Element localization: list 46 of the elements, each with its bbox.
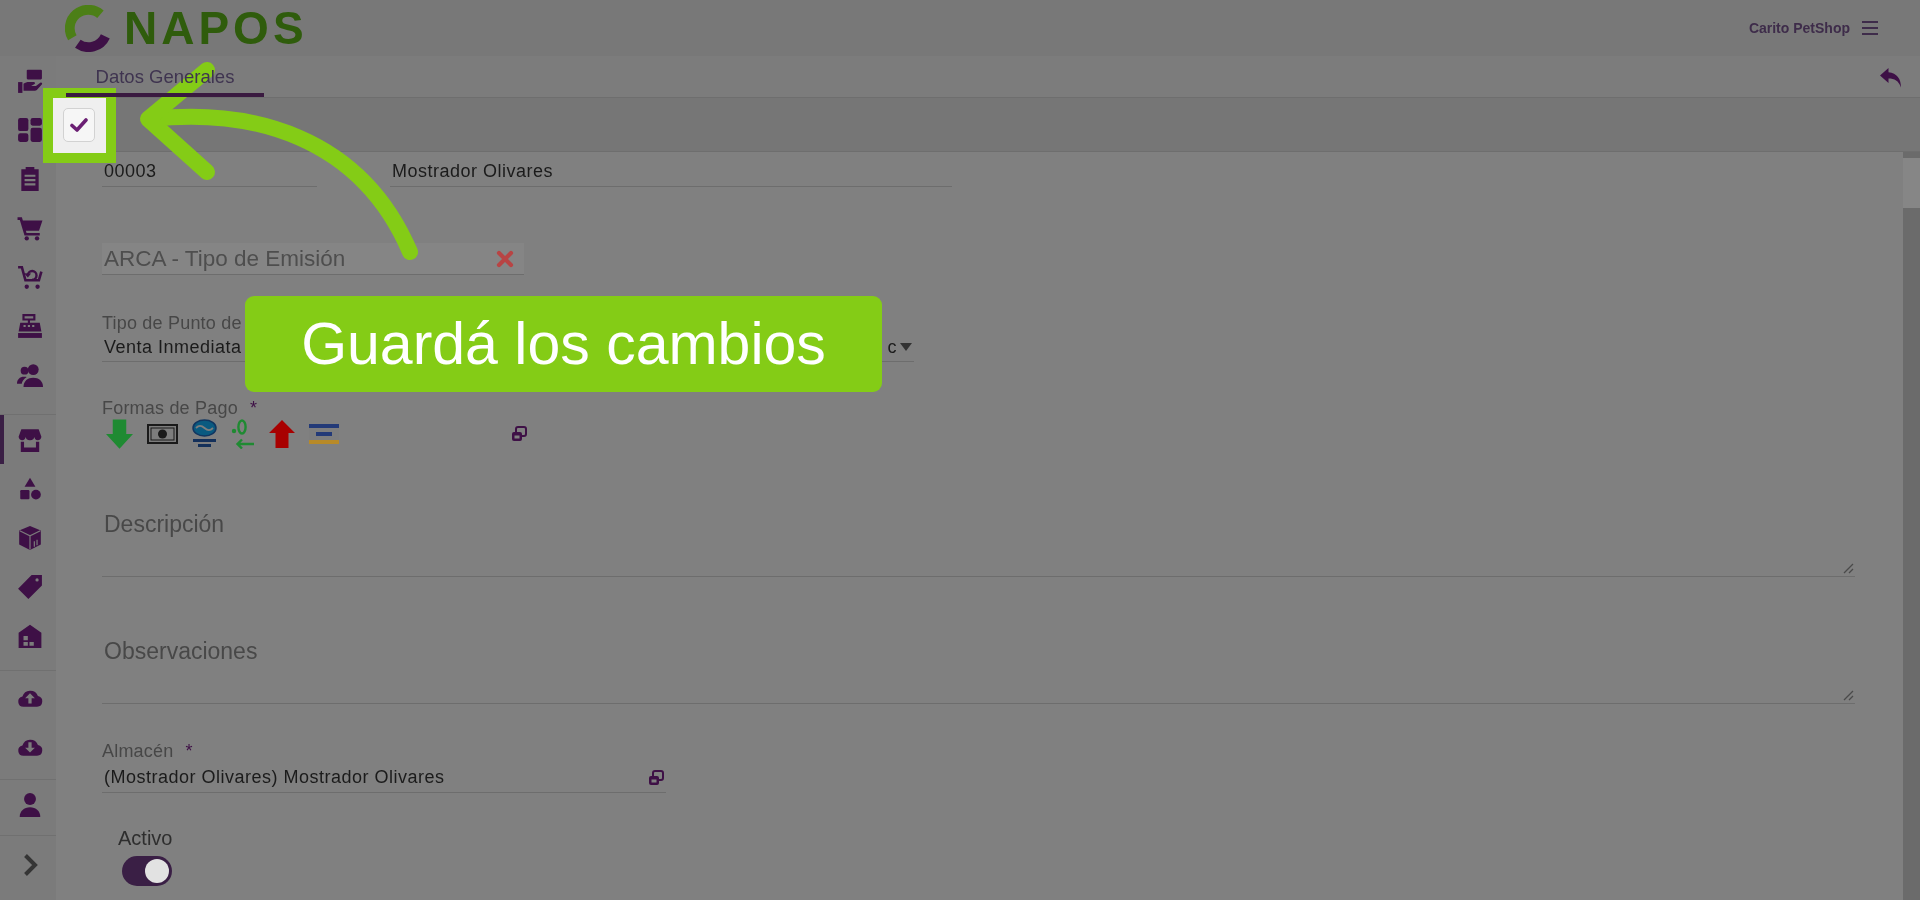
required-mark: * — [249, 398, 257, 418]
banknote-icon — [147, 424, 178, 444]
overlapping-squares-icon[interactable] — [648, 769, 664, 786]
chevron-right-icon — [22, 853, 38, 877]
field-label: Tipo de Punto de — [102, 313, 242, 333]
logo-text: NAPOS — [124, 8, 308, 48]
overlapping-squares-icon[interactable] — [511, 426, 527, 442]
store-icon — [17, 426, 43, 453]
dashboard-icon — [17, 116, 43, 143]
logo-ring-icon — [65, 4, 112, 52]
up-arrow-icon — [269, 420, 295, 448]
check-icon — [70, 117, 88, 132]
menu-icon[interactable] — [1862, 20, 1878, 36]
price-tag-icon — [17, 573, 43, 600]
warehouse-icon — [17, 622, 43, 649]
user-icon — [17, 791, 43, 818]
oval-logo-icon — [192, 419, 217, 449]
box-icon — [17, 524, 43, 551]
resize-handle-icon[interactable] — [1843, 690, 1854, 701]
warehouse-field[interactable]: (Mostrador Olivares) Mostrador Olivares — [102, 763, 666, 793]
active-toggle[interactable] — [122, 856, 172, 886]
observations-field[interactable]: Observaciones — [102, 632, 1855, 704]
save-button[interactable] — [63, 107, 95, 142]
field-label: Formas de Pago — [102, 398, 238, 418]
sidebar-item[interactable] — [0, 415, 43, 464]
resize-handle-icon[interactable] — [1843, 563, 1854, 574]
guide-tooltip: Guardá los cambios — [245, 296, 882, 392]
scrollbar-thumb[interactable] — [1903, 158, 1920, 208]
users-icon — [17, 361, 43, 388]
description-field[interactable]: Descripción — [102, 505, 1855, 577]
name-field[interactable]: Mostrador Olivares — [390, 156, 952, 187]
field-label: Activo — [118, 826, 173, 850]
cash-register-icon — [17, 312, 43, 339]
down-arrow-icon — [106, 419, 133, 449]
field-label: Almacén — [102, 741, 174, 761]
shapes-icon — [17, 475, 43, 502]
caret-icon — [900, 343, 912, 351]
decimal-arrow-icon — [231, 419, 255, 449]
account-name[interactable]: Carito PetShop — [1748, 20, 1850, 36]
credit-card-icon — [309, 424, 339, 444]
scrollbar[interactable] — [1903, 152, 1920, 900]
required-mark: * — [185, 741, 193, 761]
hand-money-icon — [17, 67, 43, 94]
cart-return-icon — [17, 263, 43, 290]
back-icon[interactable] — [1880, 68, 1902, 88]
cart-icon — [17, 214, 43, 241]
